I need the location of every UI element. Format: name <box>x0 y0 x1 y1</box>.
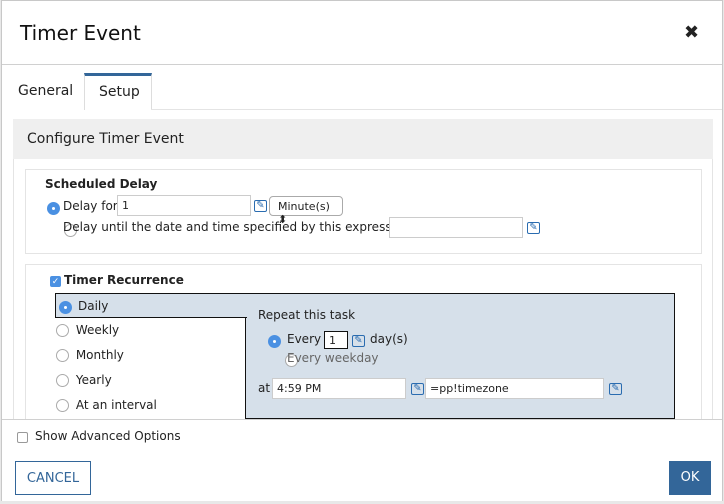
edit-icon[interactable]: ✎ <box>352 335 365 347</box>
yearly-radio[interactable] <box>56 374 69 387</box>
timer-recurrence-heading: Timer Recurrence <box>64 273 184 287</box>
ok-button[interactable]: OK <box>669 461 711 495</box>
close-icon[interactable]: ✖ <box>684 22 699 43</box>
cancel-button[interactable]: CANCEL <box>15 461 91 495</box>
weekly-radio[interactable] <box>56 324 69 337</box>
timer-recurrence-checkbox[interactable]: ✓ <box>50 276 61 287</box>
delay-until-label: Delay until the date and time specified … <box>63 220 414 234</box>
every-weekday-label: Every weekday <box>287 351 379 365</box>
delay-for-label: Delay for <box>63 199 118 213</box>
advanced-label: Show Advanced Options <box>35 429 181 443</box>
daily-label: Daily <box>78 299 109 313</box>
edit-icon[interactable]: ✎ <box>411 383 424 395</box>
interval-radio[interactable] <box>56 399 69 412</box>
dialog-title: Timer Event <box>20 21 141 45</box>
scheduled-delay-panel: Scheduled Delay Delay for ✎ Minute(s) ⬍ … <box>25 169 702 254</box>
at-label: at <box>258 381 271 395</box>
delay-for-radio[interactable] <box>47 202 60 215</box>
every-days-input[interactable] <box>324 331 348 349</box>
edit-icon[interactable]: ✎ <box>609 383 622 395</box>
edit-icon[interactable]: ✎ <box>254 200 267 212</box>
footer: Show Advanced Options CANCEL OK <box>2 419 722 501</box>
edit-icon[interactable]: ✎ <box>527 222 540 234</box>
unit-value: Minute(s) <box>278 200 330 213</box>
interval-label: At an interval <box>75 398 157 412</box>
days-label: day(s) <box>370 332 408 346</box>
monthly-label: Monthly <box>75 348 124 362</box>
yearly-label: Yearly <box>75 373 112 387</box>
scheduled-delay-heading: Scheduled Delay <box>45 177 158 191</box>
every-label: Every <box>287 332 322 346</box>
tab-setup[interactable]: Setup <box>84 73 152 110</box>
option-yearly[interactable]: Yearly <box>56 373 112 387</box>
timezone-input[interactable] <box>425 378 604 399</box>
delay-for-input[interactable] <box>117 195 251 216</box>
option-interval[interactable]: At an interval <box>56 398 157 412</box>
daily-settings-panel: Repeat this task Every ✎ day(s) Every we… <box>245 293 675 419</box>
divider <box>2 64 722 65</box>
delay-until-input[interactable] <box>389 217 523 238</box>
option-monthly[interactable]: Monthly <box>56 348 124 362</box>
weekly-label: Weekly <box>75 323 120 337</box>
advanced-checkbox[interactable] <box>17 432 28 443</box>
monthly-radio[interactable] <box>56 349 69 362</box>
daily-radio[interactable] <box>59 301 72 314</box>
every-days-radio[interactable] <box>268 335 281 348</box>
time-input[interactable] <box>272 378 406 399</box>
tab-general[interactable]: General <box>9 73 85 110</box>
section-header: Configure Timer Event <box>13 119 713 159</box>
tab-underline <box>151 109 722 110</box>
repeat-label: Repeat this task <box>258 308 356 322</box>
option-weekly[interactable]: Weekly <box>56 323 119 337</box>
unit-select[interactable]: Minute(s) ⬍ <box>269 196 343 226</box>
timer-event-dialog: Timer Event ✖ General Setup Configure Ti… <box>1 0 723 501</box>
option-daily[interactable]: Daily <box>55 293 247 318</box>
